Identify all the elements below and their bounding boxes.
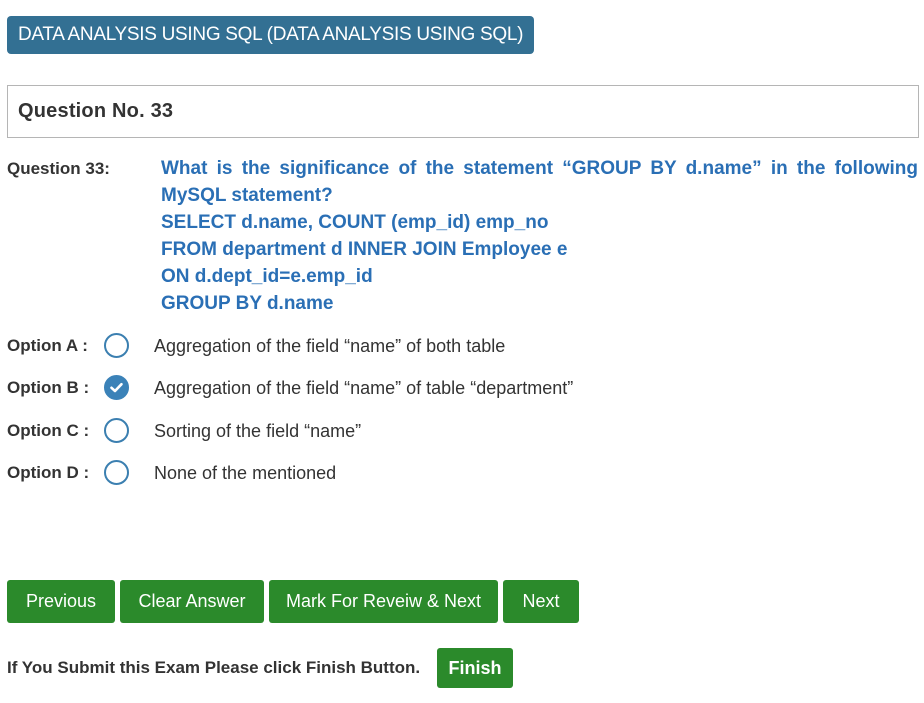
option-a-text[interactable]: Aggregation of the field “name” of both … bbox=[154, 336, 505, 357]
previous-button[interactable]: Previous bbox=[7, 580, 115, 623]
option-d-radio[interactable] bbox=[104, 460, 129, 485]
option-c-label: Option C : bbox=[7, 421, 90, 440]
question-line: What is the significance of the statemen… bbox=[161, 158, 918, 179]
question-line: SELECT d.name, COUNT (emp_id) emp_no bbox=[161, 212, 549, 233]
subject-title-badge: DATA ANALYSIS USING SQL (DATA ANALYSIS U… bbox=[7, 16, 535, 54]
option-b-radio[interactable] bbox=[104, 375, 129, 400]
question-line: GROUP BY d.name bbox=[161, 293, 334, 314]
option-a-radio[interactable] bbox=[104, 333, 129, 358]
finish-prompt: If You Submit this Exam Please click Fin… bbox=[7, 658, 421, 677]
option-d-label: Option D : bbox=[7, 463, 90, 482]
option-c-row: Option C : Sorting of the field “name” bbox=[7, 416, 907, 446]
question-text: What is the significance of the statemen… bbox=[161, 155, 918, 317]
option-b-row: Option B : Aggregation of the field “nam… bbox=[7, 373, 907, 403]
clear-answer-button[interactable]: Clear Answer bbox=[120, 580, 264, 623]
question-number-panel: Question No. 33 bbox=[7, 85, 919, 138]
exam-page: DATA ANALYSIS USING SQL (DATA ANALYSIS U… bbox=[0, 0, 924, 703]
question-line: FROM department d INNER JOIN Employee e bbox=[161, 239, 568, 260]
next-button[interactable]: Next bbox=[503, 580, 579, 623]
option-c-radio[interactable] bbox=[104, 418, 129, 443]
option-b-label: Option B : bbox=[7, 378, 90, 397]
question-line: ON d.dept_id=e.emp_id bbox=[161, 266, 373, 287]
option-d-row: Option D : None of the mentioned bbox=[7, 458, 907, 488]
finish-button[interactable]: Finish bbox=[437, 648, 513, 688]
question-label: Question 33: bbox=[7, 159, 110, 178]
checkmark-icon bbox=[110, 382, 123, 393]
option-d-text[interactable]: None of the mentioned bbox=[154, 463, 336, 484]
option-a-label: Option A : bbox=[7, 336, 88, 355]
option-a-row: Option A : Aggregation of the field “nam… bbox=[7, 331, 907, 361]
question-number-heading: Question No. 33 bbox=[18, 100, 174, 122]
mark-review-next-button[interactable]: Mark For Reveiw & Next bbox=[269, 580, 498, 623]
option-c-text[interactable]: Sorting of the field “name” bbox=[154, 421, 361, 442]
question-line: MySQL statement? bbox=[161, 185, 333, 206]
option-b-text[interactable]: Aggregation of the field “name” of table… bbox=[154, 378, 573, 399]
